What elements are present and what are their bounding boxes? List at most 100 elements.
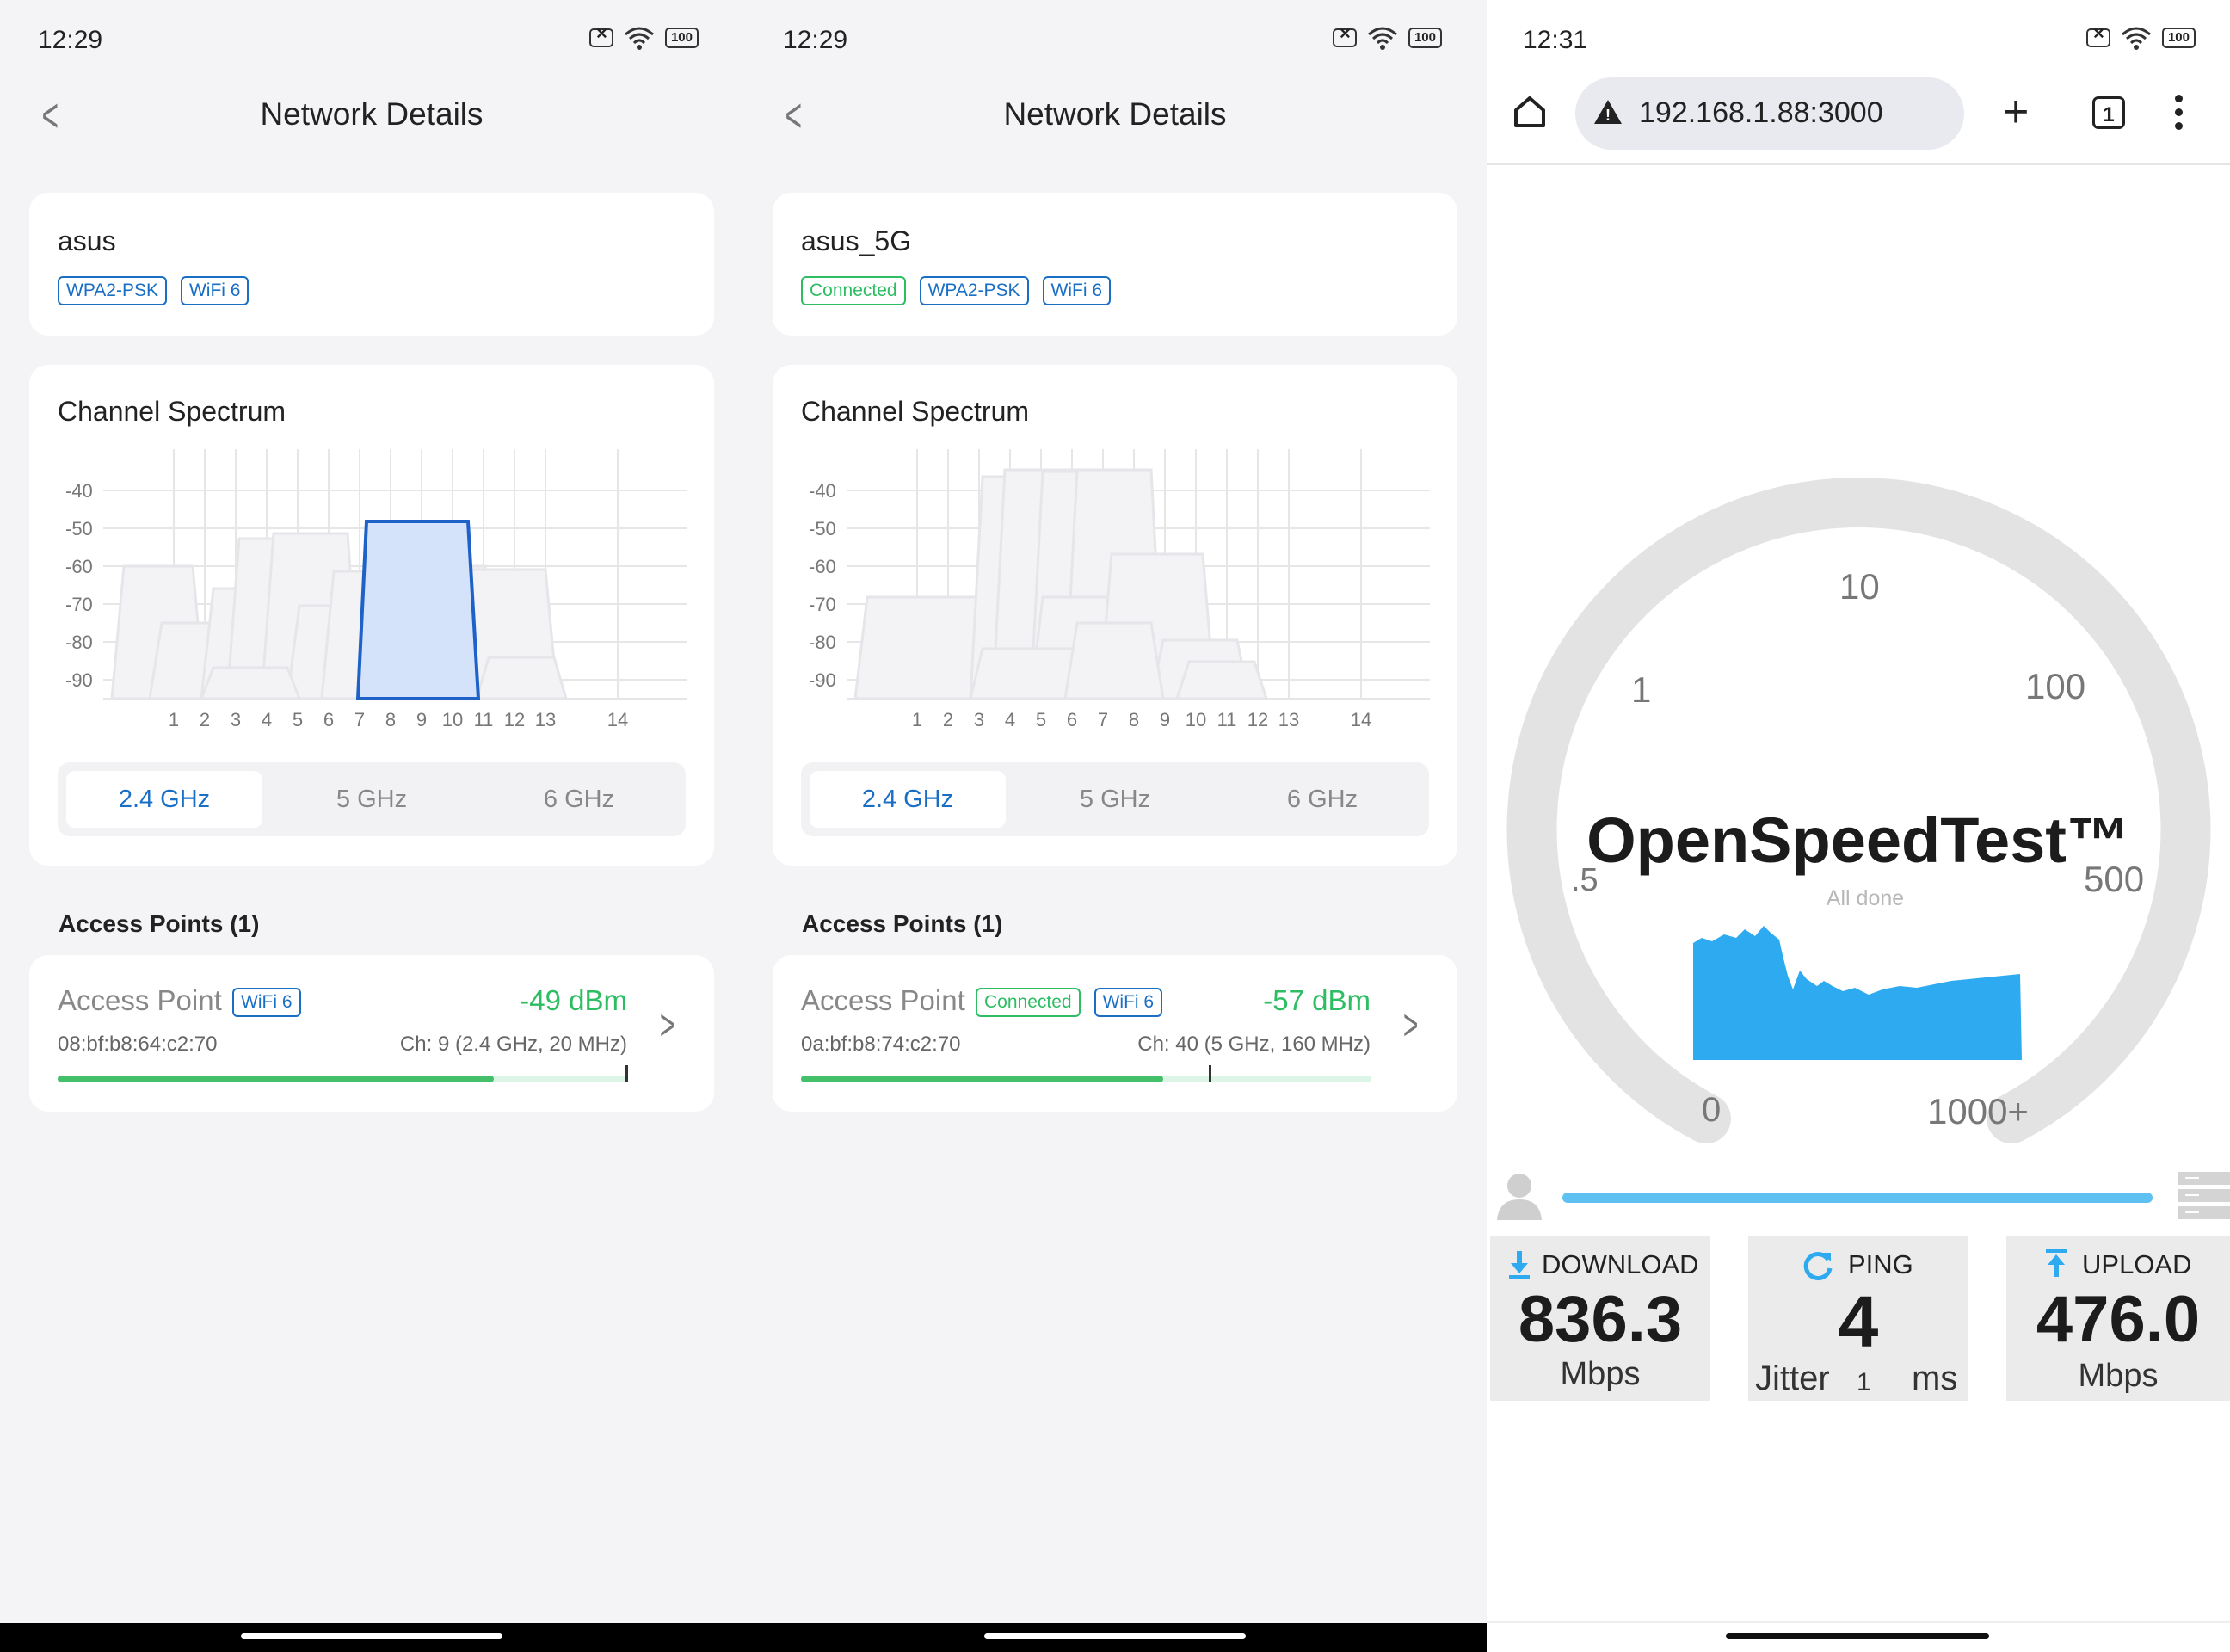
signal-bar-fill (801, 1076, 1163, 1082)
test-progress-bar (1562, 1193, 2153, 1203)
app-title: OpenSpeedTest™ (1586, 804, 2130, 876)
wifi-icon (624, 27, 654, 50)
access-point-name: Access Point (58, 984, 222, 1016)
wifi-standard-tag: WiFi 6 (1042, 276, 1112, 305)
y-tick: -40 (809, 480, 836, 502)
x-tick: 13 (535, 709, 556, 730)
y-tick: -80 (809, 632, 836, 653)
spectrum-heading: Channel Spectrum (801, 396, 1030, 427)
ping-unit: ms (1912, 1359, 1958, 1397)
x-tick: 6 (1067, 709, 1077, 730)
wifi-standard-tag: WiFi 6 (1093, 988, 1163, 1017)
y-tick: -40 (65, 480, 93, 502)
access-point-row[interactable]: Access Point WiFi 6 -49 dBm 08:bf:b8:64:… (29, 955, 714, 1112)
x-tick: 14 (1351, 709, 1371, 730)
security-tag: WPA2-PSK (919, 276, 1029, 305)
x-tick: 12 (1247, 709, 1268, 730)
upload-result: UPLOAD 476.0 Mbps (2006, 1236, 2230, 1401)
user-icon (1497, 1174, 1542, 1220)
x-tick: 10 (1186, 709, 1206, 730)
x-tick: 2 (943, 709, 953, 730)
y-tick: -60 (65, 556, 93, 577)
channel-spectrum-chart: -40 -50 -60 -70 -80 -90 1 2 3 4 5 6 7 8 … (65, 449, 687, 730)
access-points-heading: Access Points (1) (802, 910, 1003, 937)
spectrum-heading: Channel Spectrum (58, 396, 286, 427)
jitter-label: Jitter (1755, 1359, 1830, 1397)
ping-result: PING 4 Jitter 1 ms (1748, 1236, 1968, 1401)
x-tick: 7 (354, 709, 365, 730)
network-ssid: asus_5G (801, 225, 912, 256)
connected-tag: Connected (801, 276, 906, 305)
x-tick: 4 (262, 709, 272, 730)
upload-arrow-icon (2046, 1249, 2067, 1277)
band-option-6ghz[interactable]: 6 GHz (481, 771, 677, 828)
security-tag: WPA2-PSK (58, 276, 167, 305)
bssid: 0a:bf:b8:74:c2:70 (801, 1032, 961, 1056)
download-unit: Mbps (1560, 1356, 1641, 1392)
gauge-label: 100 (2025, 666, 2086, 706)
x-tick: 11 (474, 709, 494, 730)
wifi-standard-tag: WiFi 6 (232, 988, 301, 1017)
wifi-icon (1367, 27, 1397, 50)
download-label: DOWNLOAD (1542, 1249, 1699, 1279)
band-option-6ghz[interactable]: 6 GHz (1224, 771, 1420, 828)
x-tick: 8 (385, 709, 396, 730)
y-tick: -90 (809, 669, 836, 691)
band-option-2-4ghz[interactable]: 2.4 GHz (66, 771, 262, 828)
band-selector: 2.4 GHz 5 GHz 6 GHz (58, 762, 686, 836)
chevron-right-icon: > (659, 1001, 675, 1049)
signal-strength: -57 dBm (1263, 984, 1371, 1016)
jitter-value: 1 (1857, 1368, 1871, 1396)
band-option-2-4ghz[interactable]: 2.4 GHz (810, 771, 1006, 828)
network-card: asus_5G Connected WPA2-PSK WiFi 6 (773, 193, 1457, 336)
status-time: 12:29 (38, 26, 103, 54)
ping-value: 4 (1838, 1281, 1879, 1362)
x-tick: 10 (442, 709, 463, 730)
x-tick: 9 (416, 709, 427, 730)
signal-strength: -49 dBm (520, 984, 627, 1016)
download-value: 836.3 (1518, 1283, 1683, 1356)
gesture-bar (0, 1623, 743, 1652)
notification-icon (588, 22, 613, 47)
x-tick: 3 (974, 709, 984, 730)
y-tick: -50 (809, 518, 836, 539)
x-tick: 12 (504, 709, 525, 730)
chevron-right-icon: > (1402, 1001, 1419, 1049)
wifi-standard-tag: WiFi 6 (180, 276, 249, 305)
gauge-label: 1 (1631, 669, 1652, 710)
gauge-label: 10 (1839, 566, 1880, 607)
x-tick: 3 (231, 709, 241, 730)
y-tick: -80 (65, 632, 93, 653)
band-option-5ghz[interactable]: 5 GHz (1017, 771, 1213, 828)
upload-label: UPLOAD (2082, 1249, 2192, 1279)
bssid: 08:bf:b8:64:c2:70 (58, 1032, 218, 1056)
band-option-5ghz[interactable]: 5 GHz (274, 771, 470, 828)
signal-bar-fill (58, 1076, 495, 1082)
download-arrow-icon (1509, 1251, 1530, 1279)
x-tick: 2 (200, 709, 210, 730)
connected-tag: Connected (976, 988, 1081, 1017)
channel-info: Ch: 40 (5 GHz, 160 MHz) (1137, 1032, 1371, 1056)
notification-icon (1332, 22, 1357, 47)
network-card: asus WPA2-PSK WiFi 6 (29, 193, 714, 336)
x-tick: 13 (1278, 709, 1299, 730)
page-title: Network Details (260, 96, 484, 132)
x-tick: 11 (1217, 709, 1237, 730)
nav-bar: < Network Details (743, 86, 1487, 146)
y-tick: -60 (809, 556, 836, 577)
y-tick: -70 (809, 594, 836, 615)
access-point-name: Access Point (801, 984, 965, 1016)
page-title: Network Details (1003, 96, 1227, 132)
battery-icon: 100 (664, 28, 699, 48)
x-tick: 1 (169, 709, 179, 730)
network-ssid: asus (58, 225, 116, 256)
x-tick: 5 (1036, 709, 1046, 730)
refresh-icon (1803, 1252, 1833, 1281)
ping-label: PING (1848, 1249, 1913, 1279)
x-tick: 6 (323, 709, 334, 730)
status-bar: 12:29 100 (0, 0, 743, 77)
x-tick: 7 (1098, 709, 1108, 730)
access-point-row[interactable]: Access Point Connected WiFi 6 -57 dBm 0a… (773, 955, 1457, 1112)
upload-value: 476.0 (2036, 1283, 2201, 1356)
x-tick: 9 (1160, 709, 1170, 730)
